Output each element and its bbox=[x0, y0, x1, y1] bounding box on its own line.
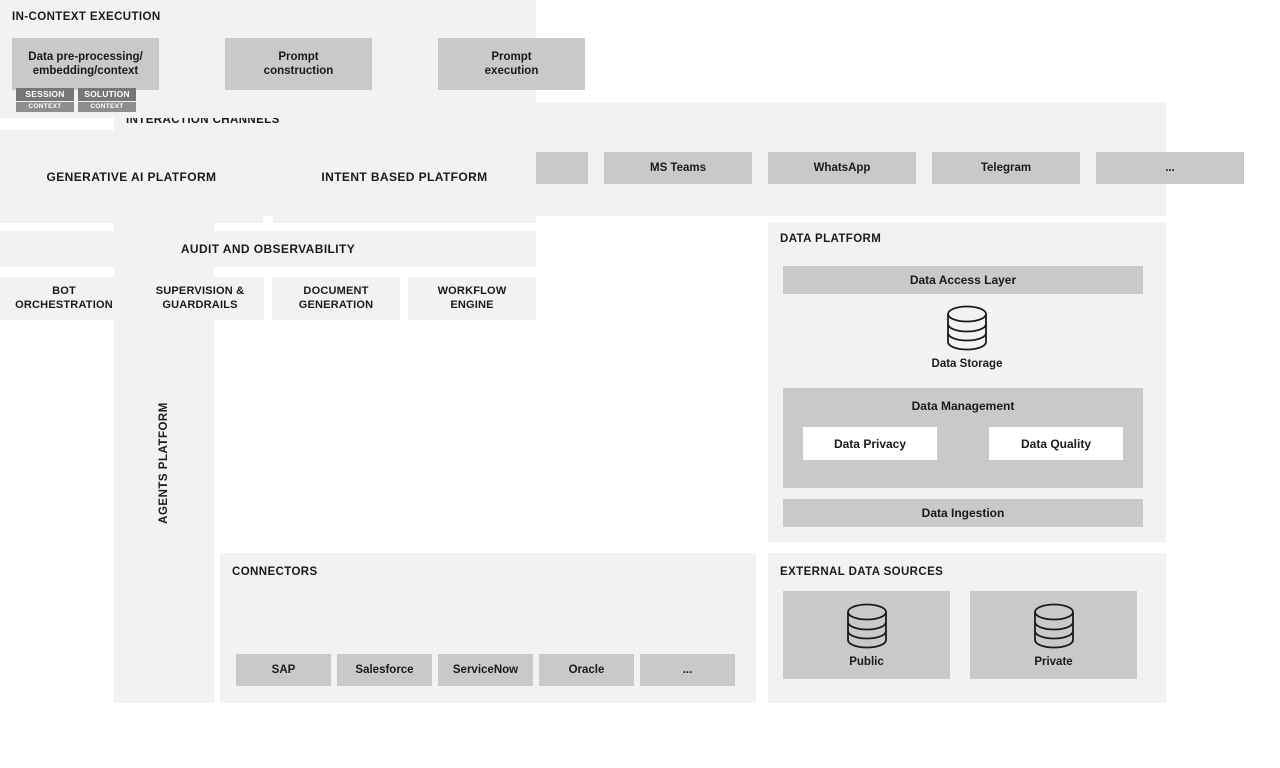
context-badge-session-title: SESSION bbox=[16, 88, 74, 101]
connector-chip-sap[interactable]: SAP bbox=[236, 654, 331, 686]
channel-chip-telegram[interactable]: Telegram bbox=[932, 152, 1080, 184]
external-data-sources-list: Public Private bbox=[783, 591, 1153, 679]
platform-intent-based[interactable]: INTENT BASED PLATFORM bbox=[273, 130, 536, 223]
channel-chip-more[interactable]: ... bbox=[1096, 152, 1244, 184]
capability-line2: GUARDRAILS bbox=[162, 298, 238, 311]
connector-chip-salesforce[interactable]: Salesforce bbox=[337, 654, 432, 686]
context-badge-session-subtitle: CONTEXT bbox=[16, 101, 74, 112]
capability-line2: ORCHESTRATION bbox=[15, 298, 113, 311]
capability-line1: BOT bbox=[52, 284, 76, 297]
external-source-private-label: Private bbox=[1034, 656, 1073, 668]
data-quality-box[interactable]: Data Quality bbox=[989, 427, 1123, 460]
connectors-title: CONNECTORS bbox=[232, 566, 318, 578]
platform-row: GENERATIVE AI PLATFORM INTENT BASED PLAT… bbox=[0, 130, 536, 223]
exec-box-line1: Prompt bbox=[278, 50, 319, 63]
architecture-diagram: INTERACTION CHANNELS STT/TTS Web/Mobile … bbox=[0, 0, 1280, 768]
capability-line2: GENERATION bbox=[298, 298, 374, 311]
in-context-execution-panel: IN-CONTEXT EXECUTION Data pre-processing… bbox=[0, 0, 585, 118]
data-ingestion-bar[interactable]: Data Ingestion bbox=[783, 499, 1143, 527]
external-data-sources-panel: EXTERNAL DATA SOURCES Public Private bbox=[768, 553, 1166, 703]
exec-box-line1: Data pre-processing/ bbox=[28, 50, 143, 63]
capability-document-generation[interactable]: DOCUMENT GENERATION bbox=[272, 277, 400, 320]
exec-box-prompt-construction[interactable]: Prompt construction bbox=[225, 38, 372, 90]
database-cylinder-icon bbox=[945, 304, 989, 352]
data-platform-title: DATA PLATFORM bbox=[780, 233, 882, 245]
exec-box-line2: execution bbox=[484, 65, 539, 77]
exec-box-data-preprocessing[interactable]: Data pre-processing/ embedding/context bbox=[12, 38, 159, 90]
data-platform-panel: DATA PLATFORM Data Access Layer Data Sto… bbox=[768, 222, 1166, 542]
connectors-panel: CONNECTORS SAP Salesforce ServiceNow Ora… bbox=[220, 553, 756, 703]
exec-box-prompt-execution[interactable]: Prompt execution bbox=[438, 38, 585, 90]
connector-chip-more[interactable]: ... bbox=[640, 654, 735, 686]
data-storage-label: Data Storage bbox=[931, 358, 1003, 370]
capability-workflow-engine[interactable]: WORKFLOW ENGINE bbox=[408, 277, 536, 320]
audit-and-observability-bar[interactable]: AUDIT AND OBSERVABILITY bbox=[0, 231, 536, 267]
connector-chip-oracle[interactable]: Oracle bbox=[539, 654, 634, 686]
context-badge-solution-subtitle: CONTEXT bbox=[78, 101, 136, 112]
data-storage-block: Data Storage bbox=[768, 304, 1166, 370]
context-badge-solution-title: SOLUTION bbox=[78, 88, 136, 101]
agents-platform-core: IN-CONTEXT EXECUTION Data pre-processing… bbox=[0, 0, 585, 323]
context-badge-solution[interactable]: SOLUTION CONTEXT bbox=[78, 88, 136, 112]
data-management-title: Data Management bbox=[911, 399, 1015, 413]
context-badges: SESSION CONTEXT SOLUTION CONTEXT bbox=[16, 88, 136, 112]
database-cylinder-icon bbox=[845, 602, 889, 650]
database-cylinder-icon bbox=[1032, 602, 1076, 650]
in-context-execution-title: IN-CONTEXT EXECUTION bbox=[12, 11, 161, 23]
channel-chip-ms-teams[interactable]: MS Teams bbox=[604, 152, 752, 184]
connectors-list: SAP Salesforce ServiceNow Oracle ... bbox=[236, 654, 735, 686]
capability-line1: SUPERVISION & bbox=[155, 284, 245, 297]
data-privacy-box[interactable]: Data Privacy bbox=[803, 427, 937, 460]
channel-chip-whatsapp[interactable]: WhatsApp bbox=[768, 152, 916, 184]
data-access-layer-bar[interactable]: Data Access Layer bbox=[783, 266, 1143, 294]
exec-box-line1: Prompt bbox=[491, 50, 532, 63]
exec-box-line2: construction bbox=[263, 65, 334, 77]
agents-platform-label: AGENTS PLATFORM bbox=[158, 401, 170, 524]
context-badge-session[interactable]: SESSION CONTEXT bbox=[16, 88, 74, 112]
external-data-sources-title: EXTERNAL DATA SOURCES bbox=[780, 566, 944, 578]
in-context-execution-boxes: Data pre-processing/ embedding/context P… bbox=[12, 38, 585, 90]
capability-line1: DOCUMENT bbox=[303, 284, 369, 297]
external-source-private[interactable]: Private bbox=[970, 591, 1137, 679]
exec-box-line2: embedding/context bbox=[32, 65, 139, 77]
data-management-block: Data Management Data Privacy Data Qualit… bbox=[783, 388, 1143, 488]
capability-supervision-guardrails[interactable]: SUPERVISION & GUARDRAILS bbox=[136, 277, 264, 320]
external-source-public-label: Public bbox=[849, 656, 884, 668]
capability-bot-orchestration[interactable]: BOT ORCHESTRATION bbox=[0, 277, 128, 320]
capability-line1: WORKFLOW bbox=[437, 284, 507, 297]
connector-chip-servicenow[interactable]: ServiceNow bbox=[438, 654, 533, 686]
external-source-public[interactable]: Public bbox=[783, 591, 950, 679]
platform-generative-ai[interactable]: GENERATIVE AI PLATFORM bbox=[0, 130, 263, 223]
capability-line2: ENGINE bbox=[450, 298, 494, 311]
data-management-items: Data Privacy Data Quality bbox=[803, 427, 1123, 460]
capability-row: BOT ORCHESTRATION SUPERVISION & GUARDRAI… bbox=[0, 277, 536, 320]
